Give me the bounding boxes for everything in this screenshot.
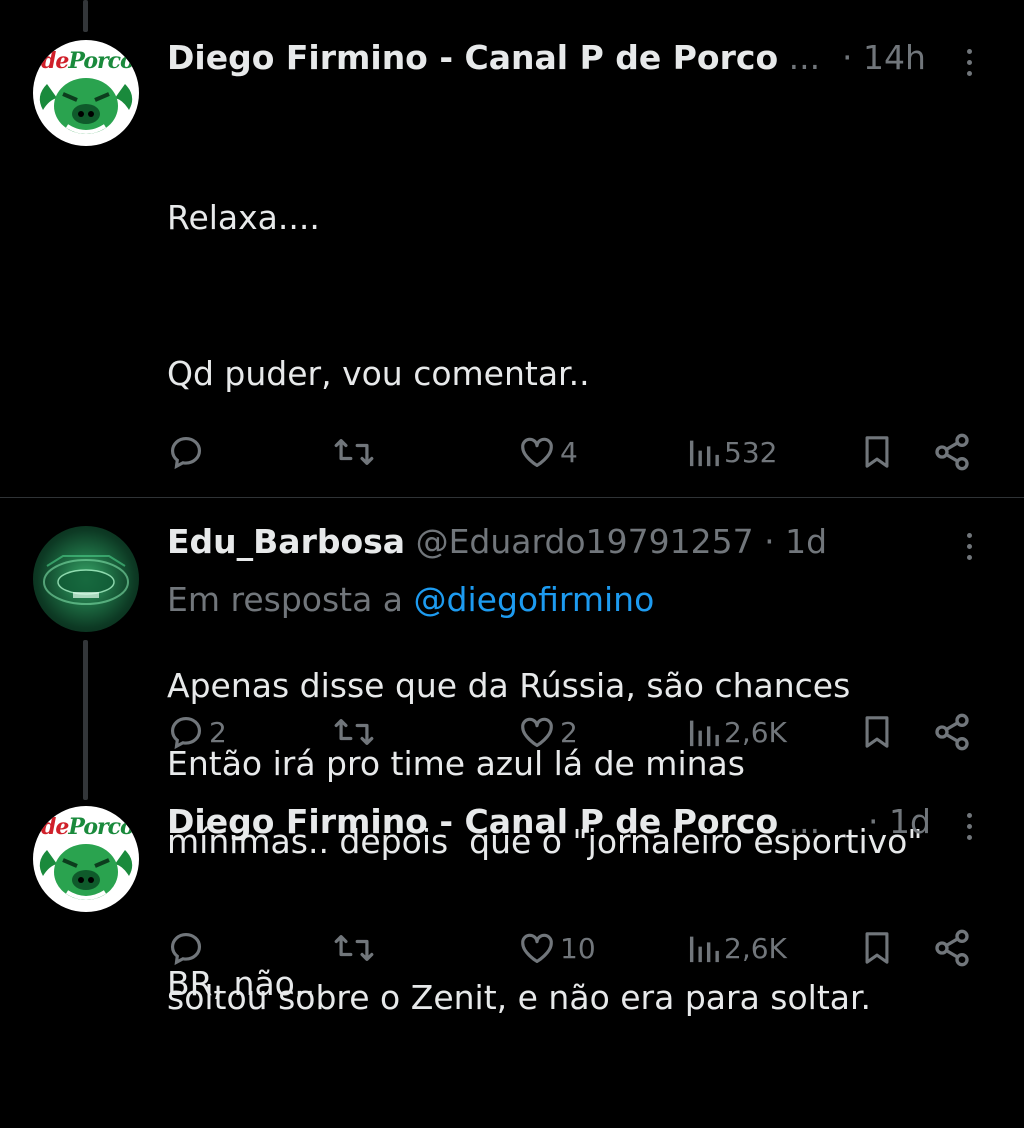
reply-icon [170,932,202,966]
timestamp[interactable]: · 14h [842,38,926,77]
like-button[interactable]: 2 [518,710,578,754]
retweet-icon [334,439,374,465]
views-button[interactable]: 2,6K [686,710,787,754]
retweet-button[interactable] [333,926,379,970]
action-bar: 2 2 2,6K [0,710,1024,754]
name-ellipsis: ... [788,802,821,841]
reply-icon [170,436,202,470]
bookmark-icon [865,716,889,748]
author-name[interactable]: Edu_Barbosa [167,522,405,561]
tweet-header: Edu_Barbosa @Eduardo19791257 · 1d [167,522,827,561]
more-icon[interactable] [964,49,974,79]
retweet-icon [334,935,374,961]
like-icon [521,437,553,468]
share-button[interactable] [932,710,972,754]
views-icon [689,936,719,963]
like-icon [521,933,553,964]
like-button[interactable]: 4 [518,430,578,474]
share-icon [935,713,969,751]
bookmark-button[interactable] [860,430,894,474]
share-icon [935,433,969,471]
pig-mascot-icon [39,78,133,134]
tweet-text: BR, não.. [167,964,316,1003]
tweet-header: Diego Firmino - Canal P de Porco ... [167,38,820,77]
retweet-button[interactable] [333,430,379,474]
retweet-icon [334,719,374,745]
stadium-image-icon [43,555,129,605]
avatar[interactable]: dePorco [33,806,139,912]
reply-button[interactable] [167,430,209,474]
thread-line-top [83,0,88,32]
more-icon[interactable] [964,533,974,563]
bookmark-button[interactable] [860,926,894,970]
more-icon[interactable] [964,813,974,843]
reply-button[interactable] [167,926,209,970]
name-ellipsis: ... [788,38,821,77]
share-button[interactable] [932,430,972,474]
action-bar: 10 2,6K [0,926,1024,970]
pig-mascot-icon [39,844,133,900]
action-bar: 4 532 [0,430,1024,474]
author-handle[interactable]: @Eduardo19791257 [416,522,754,561]
avatar[interactable] [33,526,139,632]
views-button[interactable]: 532 [686,430,777,474]
author-name[interactable]: Diego Firmino - Canal P de Porco [167,802,778,841]
share-button[interactable] [932,926,972,970]
tweet-header: Diego Firmino - Canal P de Porco ... [167,802,820,841]
views-button[interactable]: 2,6K [686,926,787,970]
bookmark-icon [865,932,889,964]
author-name[interactable]: Diego Firmino - Canal P de Porco [167,38,778,77]
share-icon [935,929,969,967]
reply-icon [170,716,202,750]
mention-link[interactable]: @diegofirmino [414,580,655,619]
bookmark-icon [865,436,889,468]
views-icon [689,720,719,747]
reply-button[interactable]: 2 [167,710,227,754]
reply-context: Em resposta a @diegofirmino [167,580,655,619]
timestamp[interactable]: · 1d [868,802,931,841]
avatar[interactable]: dePorco [33,40,139,146]
bookmark-button[interactable] [860,710,894,754]
views-icon [689,440,719,467]
timestamp[interactable]: · 1d [764,522,827,561]
like-icon [521,717,553,748]
like-button[interactable]: 10 [518,926,596,970]
retweet-button[interactable] [333,710,379,754]
